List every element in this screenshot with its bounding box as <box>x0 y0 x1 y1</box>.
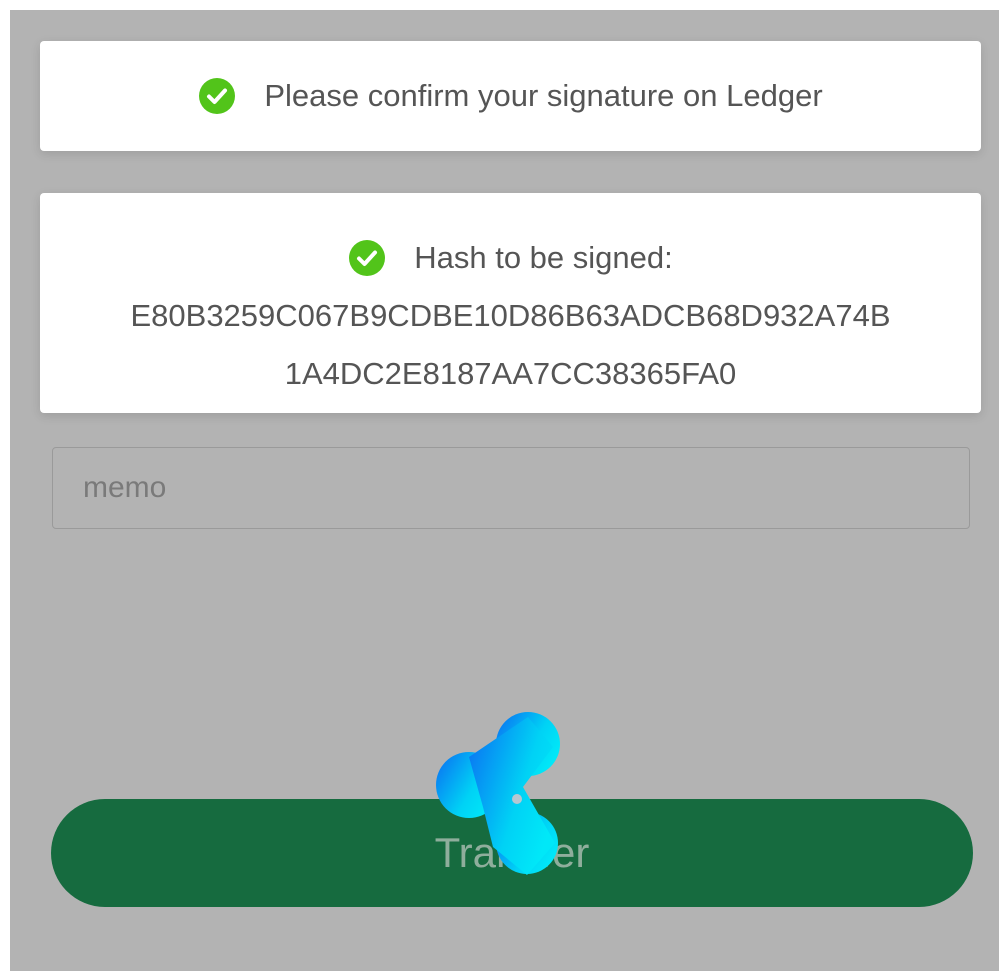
check-circle-icon <box>349 240 386 276</box>
hash-value-line-2: 1A4DC2E8187AA7CC38365FA0 <box>284 356 737 391</box>
hash-value-line-1: E80B3259C067B9CDBE10D86B63ADCB68D932A74B <box>130 298 891 333</box>
wallet-screen: Transfer Please confirm your signature o… <box>10 10 999 971</box>
hash-notification: Hash to be signed: E80B3259C067B9CDBE10D… <box>40 193 981 413</box>
notification-message: Hash to be signed: <box>414 240 673 275</box>
transfer-form: Transfer <box>10 10 999 971</box>
check-circle-icon <box>199 78 236 114</box>
transfer-button-label: Transfer <box>434 829 590 876</box>
transfer-button[interactable]: Transfer <box>51 799 973 907</box>
memo-input[interactable] <box>52 447 970 529</box>
notification-message: Please confirm your signature on Ledger <box>264 78 823 113</box>
ledger-confirm-notification: Please confirm your signature on Ledger <box>40 41 981 151</box>
